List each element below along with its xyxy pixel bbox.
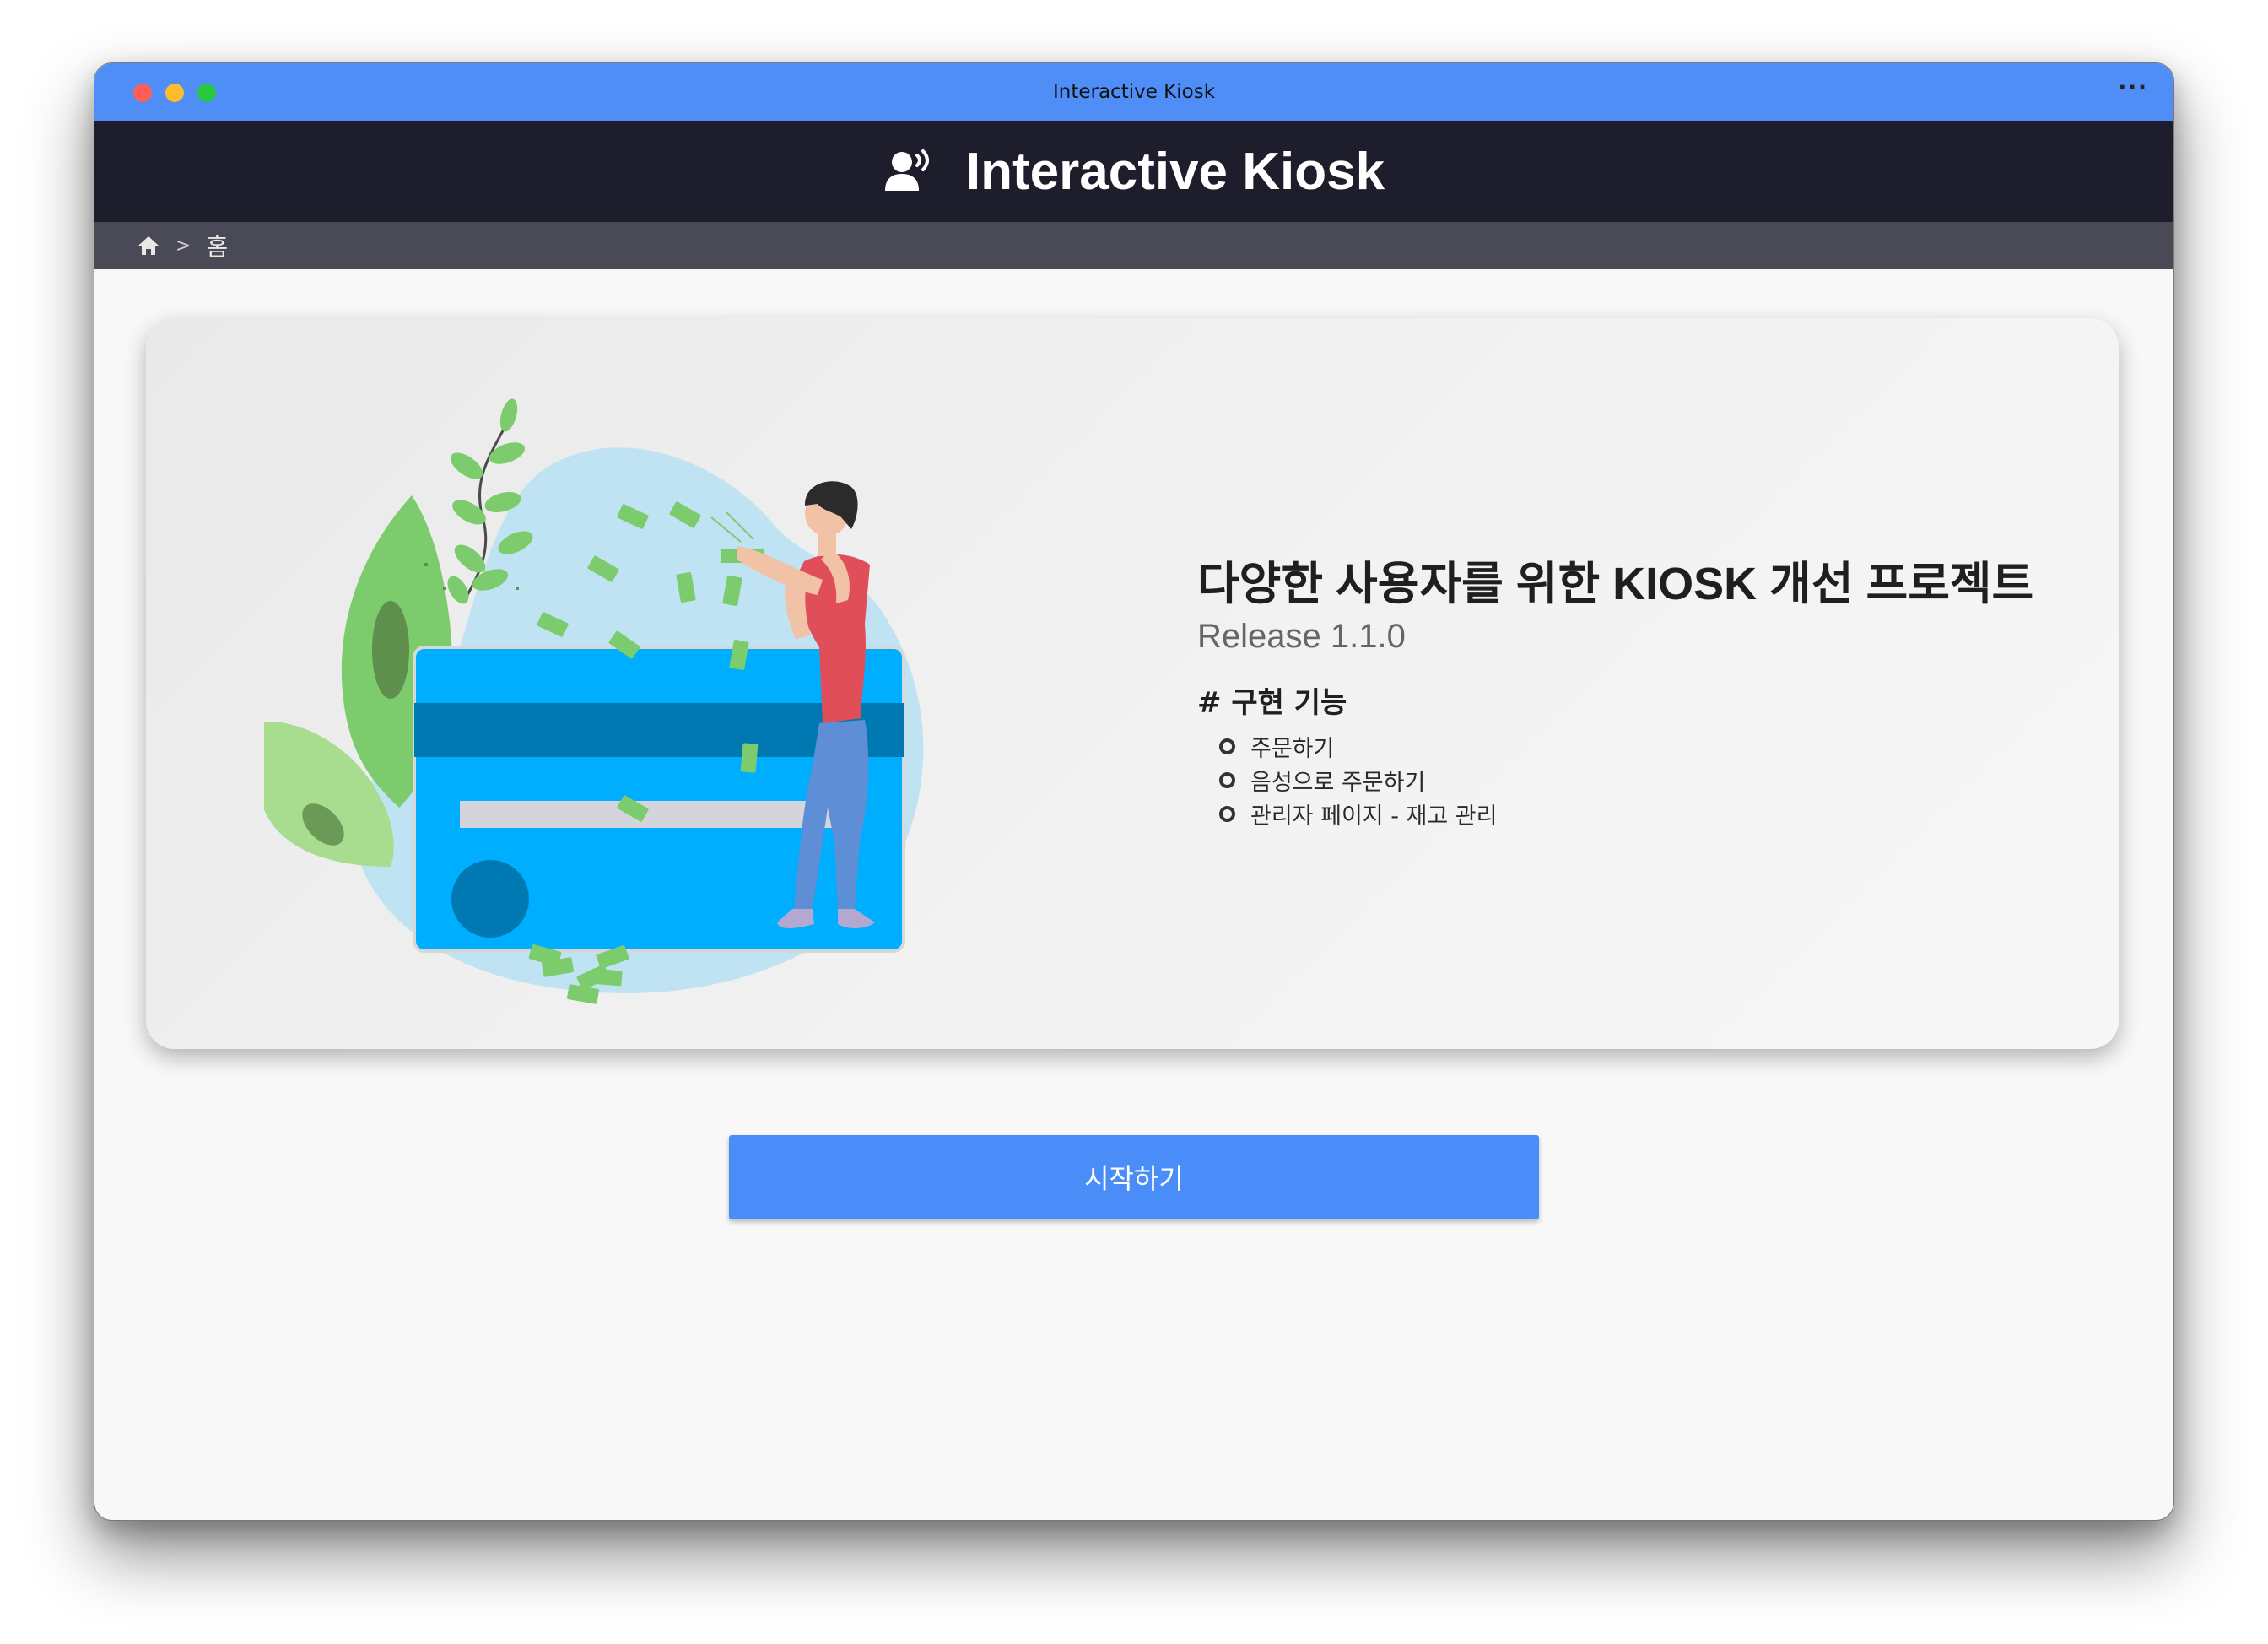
header-title: Interactive Kiosk <box>965 142 1385 201</box>
circle-bullet-icon <box>1219 771 1235 788</box>
minimize-window-button[interactable] <box>165 84 184 102</box>
list-item: 관리자 페이지 - 재고 관리 <box>1219 797 2092 830</box>
more-options-button[interactable]: ··· <box>2118 75 2148 100</box>
window-titlebar: Interactive Kiosk ··· <box>94 63 2174 121</box>
features-heading: # 구현 기능 <box>1197 686 1347 720</box>
person-speaking-icon <box>884 149 929 191</box>
feature-label: 음성으로 주문하기 <box>1250 769 1426 796</box>
window-title: Interactive Kiosk <box>1052 81 1216 103</box>
credit-card-person-money-illustration <box>264 398 924 1004</box>
hero-info: 다양한 사용자를 위한 KIOSK 개선 프로젝트 Release 1.1.0 … <box>1197 546 2092 830</box>
list-item: 음성으로 주문하기 <box>1219 763 2092 797</box>
start-button[interactable]: 시작하기 <box>729 1135 1539 1219</box>
feature-label: 관리자 페이지 - 재고 관리 <box>1250 803 1498 830</box>
breadcrumb: > 홈 <box>94 222 2174 269</box>
feature-list: 주문하기 음성으로 주문하기 관리자 페이지 - 재고 관리 <box>1197 729 2092 830</box>
feature-label: 주문하기 <box>1250 735 1335 762</box>
breadcrumb-separator: > <box>176 235 192 257</box>
close-window-button[interactable] <box>133 84 152 102</box>
home-icon[interactable] <box>137 235 160 257</box>
app-window: Interactive Kiosk ··· Interactive Kiosk … <box>94 62 2174 1521</box>
breadcrumb-current: 홈 <box>206 233 229 261</box>
circle-bullet-icon <box>1219 738 1235 754</box>
hero-title: 다양한 사용자를 위한 KIOSK 개선 프로젝트 <box>1197 559 2034 609</box>
maximize-window-button[interactable] <box>197 84 216 102</box>
hero-card: 다양한 사용자를 위한 KIOSK 개선 프로젝트 Release 1.1.0 … <box>146 318 2119 1049</box>
circle-bullet-icon <box>1219 805 1235 822</box>
app-header: Interactive Kiosk <box>94 121 2174 222</box>
release-version: Release 1.1.0 <box>1197 618 1406 655</box>
window-controls <box>133 84 216 102</box>
list-item: 주문하기 <box>1219 729 2092 763</box>
